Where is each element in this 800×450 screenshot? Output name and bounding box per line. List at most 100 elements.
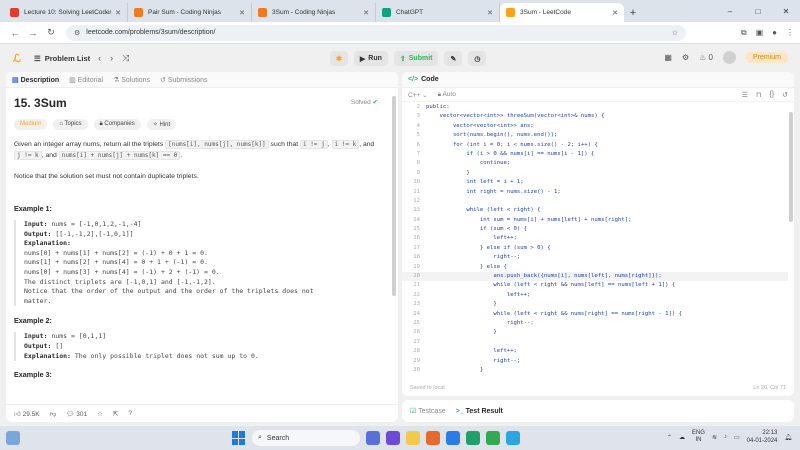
brackets-icon[interactable]: {} <box>769 91 774 99</box>
layout-icon[interactable]: ▦ <box>664 53 672 62</box>
favicon-icon <box>506 8 515 17</box>
sidepanel-icon[interactable]: ▣ <box>756 28 764 37</box>
example-1-title: Example 1: <box>14 204 52 213</box>
next-problem-icon[interactable]: › <box>110 53 113 64</box>
statement-text: Given an integer array nums, return all … <box>14 141 166 148</box>
language-indicator[interactable]: ENG IN <box>692 430 705 444</box>
prev-problem-icon[interactable]: ‹ <box>98 53 101 64</box>
chevron-up-icon[interactable]: ⌃ <box>667 434 672 441</box>
comments-button[interactable]: 💬︎ 301 <box>66 410 87 418</box>
new-tab-icon[interactable]: + <box>624 3 642 22</box>
close-tab-icon[interactable]: ✕ <box>612 9 618 17</box>
favorite-star-icon[interactable]: ☆ <box>97 410 103 418</box>
region-code: IN <box>695 437 702 443</box>
address-bar[interactable]: ⚙ leetcode.com/problems/3sum/description… <box>66 24 686 41</box>
problem-list-button[interactable]: ☰ Problem List <box>34 54 90 63</box>
bookmark-icon[interactable]: ⊓ <box>756 91 761 99</box>
close-tab-icon[interactable]: ✕ <box>115 9 121 17</box>
debug-button[interactable]: ✱ <box>330 51 348 66</box>
browser-tab[interactable]: 3Sum - LeetCode ✕ <box>500 3 624 22</box>
fire-icon[interactable]: ♨ 0 <box>699 53 713 62</box>
volume-icon[interactable]: ♪ <box>724 434 727 440</box>
browser-tab[interactable]: Lecture 10: Solving LeetCode/C...✕ <box>4 3 128 22</box>
task-view-icon[interactable] <box>366 431 380 445</box>
help-icon[interactable]: ? <box>128 410 132 417</box>
settings-icon[interactable]: ⚙ <box>682 53 689 62</box>
close-tab-icon[interactable]: ✕ <box>363 9 369 17</box>
close-tab-icon[interactable]: ✕ <box>487 9 493 17</box>
profile-icon[interactable]: ● <box>772 28 777 37</box>
wifi-icon[interactable]: ≋ <box>712 434 717 441</box>
tab-solutions[interactable]: ⚗ Solutions <box>113 76 150 84</box>
leetcode-logo-icon[interactable]: ℒ <box>10 51 24 65</box>
date-text: 04-01-2024 <box>746 438 778 444</box>
cloud-icon[interactable]: ☁ <box>679 434 685 441</box>
file-explorer-icon[interactable] <box>406 431 420 445</box>
close-tab-icon[interactable]: ✕ <box>239 9 245 17</box>
submit-button[interactable]: ⇪ Submit <box>393 51 439 66</box>
clock[interactable]: 22:13 04-01-2024 <box>747 429 778 445</box>
tab-editorial-label: Editorial <box>77 76 103 84</box>
dislike-icon[interactable]: 👎︎ <box>50 410 57 418</box>
system-tray: ⌃ ☁ ENG IN ≋ ♪ ▭ 22:13 04-01-2024 🔔︎ <box>667 429 792 445</box>
battery-icon[interactable]: ▭ <box>734 434 740 441</box>
browser-tab[interactable]: Pair Sum - Coding Ninjas ✕ <box>128 3 252 22</box>
tab-testcase[interactable]: ☑ Testcase <box>410 407 446 415</box>
tab-submissions[interactable]: ↺ Submissions <box>160 76 208 84</box>
weather-icon[interactable] <box>6 431 20 445</box>
favicon-icon <box>134 8 143 17</box>
inline-code: i != k <box>331 140 360 149</box>
run-button[interactable]: ▶ Run <box>353 51 388 66</box>
favicon-icon <box>10 8 19 17</box>
chrome-icon[interactable] <box>486 431 500 445</box>
description-scrollbar[interactable] <box>392 96 396 296</box>
like-button[interactable]: 👍︎ 29.5K <box>14 410 40 418</box>
line-number: 17 <box>413 244 420 251</box>
browser-tab-title: Lecture 10: Solving LeetCode/C... <box>24 9 112 16</box>
reload-icon[interactable]: ↻ <box>42 27 60 38</box>
url-text: leetcode.com/problems/3sum/description/ <box>86 29 216 36</box>
notes-button[interactable]: ✎ <box>444 51 463 66</box>
extensions-icon[interactable]: ⧉ <box>741 28 747 38</box>
testcase-label: Testcase <box>418 408 446 415</box>
code-editor[interactable]: 2 public: 3 vector<vector<int>> threeSum(v… <box>402 103 788 380</box>
edge-icon[interactable] <box>446 431 460 445</box>
menu-icon[interactable]: ⋮ <box>786 28 794 37</box>
taskbar-search[interactable]: ⌕ Search <box>252 430 360 446</box>
explanation-line: matter. <box>24 296 52 305</box>
windows-start-icon[interactable] <box>232 431 246 445</box>
bookmark-star-icon[interactable]: ☆ <box>672 29 678 37</box>
tab-test-result[interactable]: >_ Test Result <box>456 408 503 415</box>
store-icon[interactable] <box>466 431 480 445</box>
mode-select[interactable]: 🔒︎ Auto <box>438 91 456 99</box>
minimize-icon[interactable]: – <box>716 0 744 22</box>
timer-button[interactable]: ◷ <box>468 51 487 66</box>
reset-icon[interactable]: ↺ <box>782 91 788 99</box>
notifications-icon[interactable]: 🔔︎ <box>784 434 792 441</box>
editor-scrollbar[interactable] <box>789 112 793 222</box>
forward-icon[interactable]: → <box>24 28 42 38</box>
shuffle-icon[interactable]: ⤨ <box>122 53 129 64</box>
browser-tab[interactable]: 3Sum - Coding Ninjas ✕ <box>252 3 376 22</box>
close-window-icon[interactable]: ✕ <box>772 0 800 22</box>
companies-chip[interactable]: 🔒︎ Companies <box>93 119 141 130</box>
telegram-icon[interactable] <box>506 431 520 445</box>
share-icon[interactable]: ⇱ <box>113 410 118 418</box>
language-select[interactable]: C++ ⌄ <box>408 91 428 99</box>
firefox-icon[interactable] <box>426 431 440 445</box>
topics-chip[interactable]: ⌂ Topics <box>53 119 88 130</box>
hint-chip[interactable]: ✧ Hint <box>146 119 177 130</box>
site-info-icon[interactable]: ⚙ <box>74 29 80 37</box>
premium-button[interactable]: Premium <box>745 52 788 63</box>
bug-icon: ✱ <box>336 55 342 63</box>
teams-icon[interactable] <box>386 431 400 445</box>
maximize-icon[interactable]: □ <box>744 0 772 22</box>
back-icon[interactable]: ← <box>6 28 24 38</box>
browser-tab[interactable]: ChatGPT ✕ <box>376 3 500 22</box>
difficulty-chip[interactable]: Medium <box>14 119 48 130</box>
format-icon[interactable]: ☰ <box>742 91 748 99</box>
tab-description[interactable]: ▤ Description <box>12 76 59 84</box>
avatar[interactable] <box>722 51 736 64</box>
tab-editorial[interactable]: ▥ Editorial <box>69 76 103 84</box>
line-number: 7 <box>416 150 420 157</box>
